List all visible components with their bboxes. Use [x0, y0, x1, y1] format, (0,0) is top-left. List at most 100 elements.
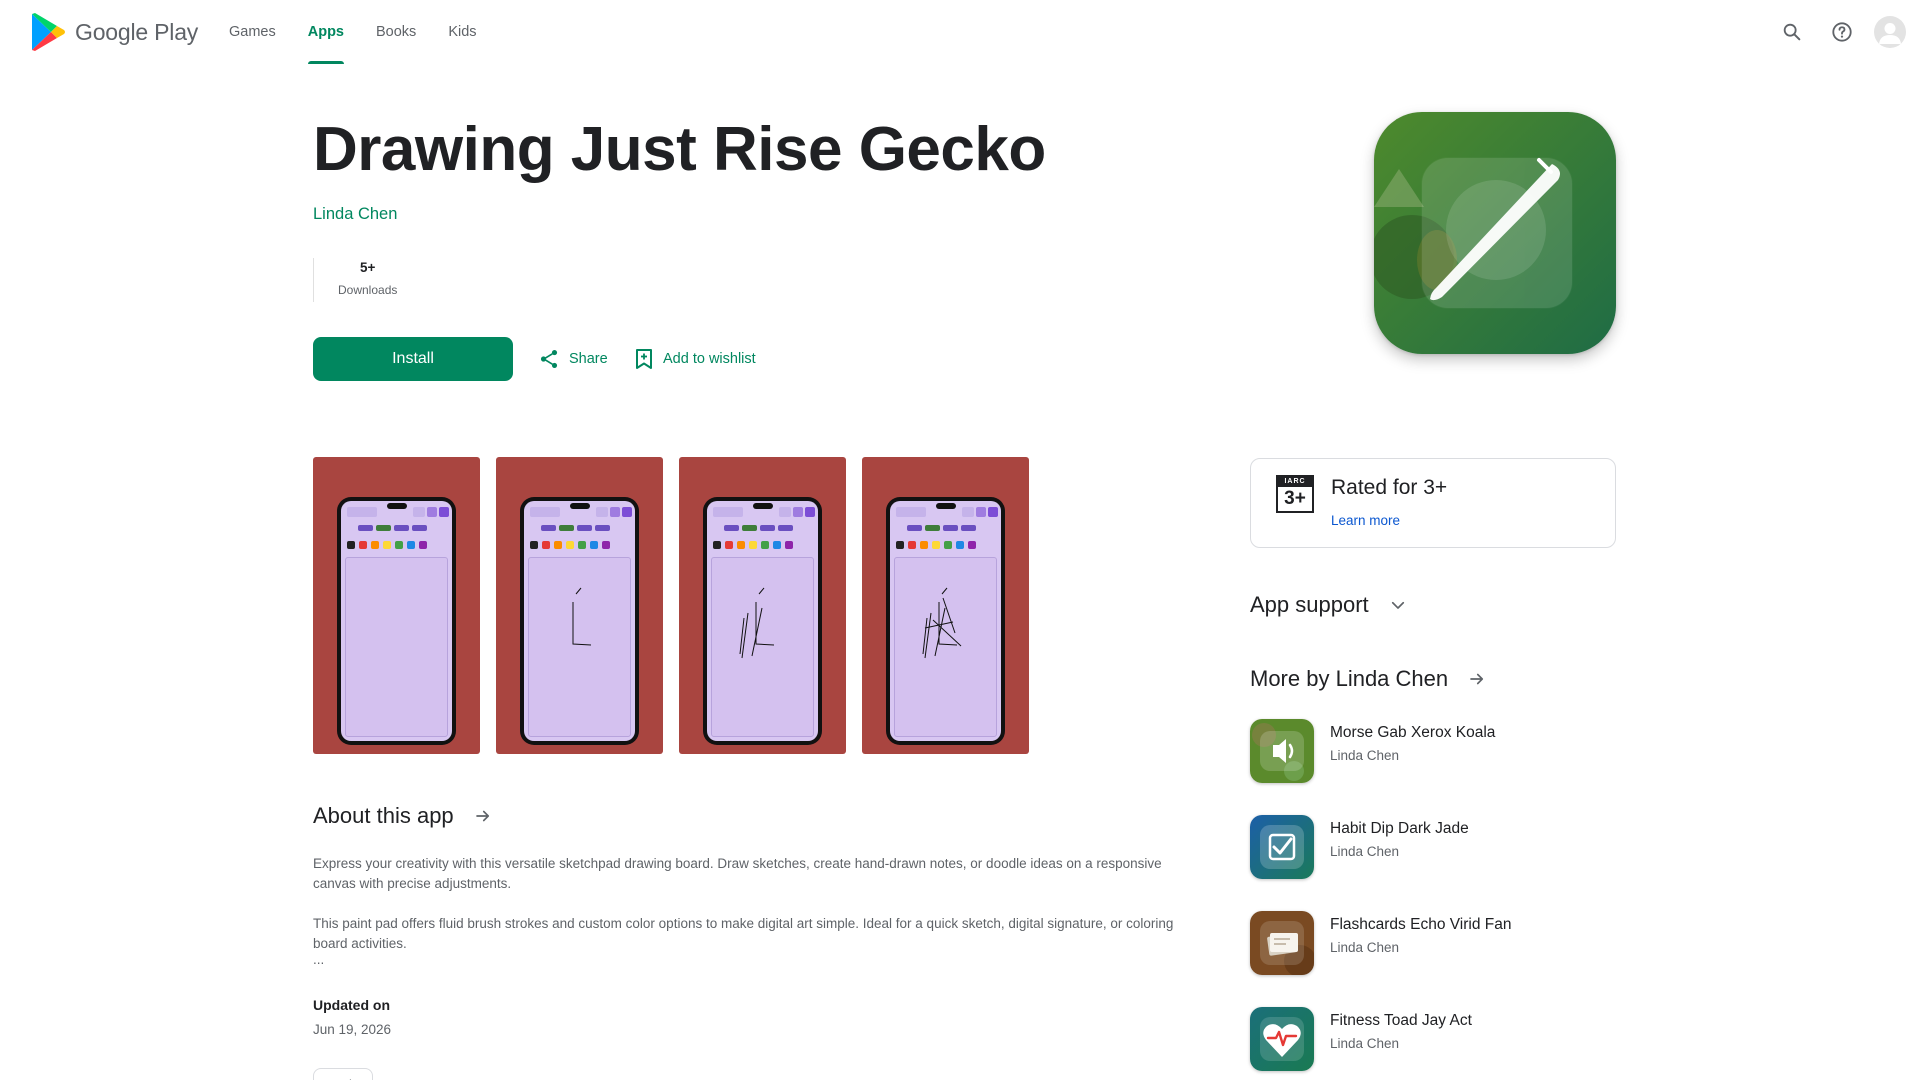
brush-chips — [541, 525, 610, 531]
color-swatch — [359, 541, 367, 549]
more-app-name: Fitness Toad Jay Act — [1330, 1012, 1472, 1029]
color-swatch — [347, 541, 355, 549]
drawing-canvas — [528, 557, 631, 737]
share-button[interactable]: Share — [538, 348, 608, 370]
checkbox-icon — [1250, 815, 1314, 879]
phone-frame — [520, 497, 639, 745]
more-by-developer-heading[interactable]: More by Linda Chen — [1250, 666, 1486, 692]
more-app-item[interactable]: Habit Dip Dark Jade Linda Chen — [1250, 815, 1512, 911]
help-icon — [1832, 22, 1852, 42]
chevron-down-icon — [1391, 601, 1404, 609]
tab-games[interactable]: Games — [213, 0, 292, 64]
sketch-stroke — [572, 602, 592, 646]
bookmark-add-icon — [636, 349, 652, 369]
cards-icon — [1250, 911, 1314, 975]
color-swatch — [407, 541, 415, 549]
drawing-canvas — [894, 557, 997, 737]
share-label: Share — [569, 351, 608, 367]
more-app-developer: Linda Chen — [1330, 844, 1400, 859]
app-support-toggle[interactable]: App support — [1250, 592, 1407, 618]
more-app-item[interactable]: Morse Gab Xerox Koala Linda Chen — [1250, 719, 1512, 815]
brush-chip — [943, 525, 958, 531]
google-play-logo[interactable]: Google Play — [30, 12, 198, 52]
brush-chip — [760, 525, 775, 531]
screenshot-3[interactable] — [679, 457, 846, 754]
phone-frame — [703, 497, 822, 745]
brush-chip — [394, 525, 409, 531]
drawing-pen-icon — [1374, 112, 1616, 354]
phone-screen — [707, 501, 818, 741]
speaker-icon — [1250, 719, 1314, 783]
learn-more-link[interactable]: Learn more — [1331, 513, 1400, 528]
tab-books[interactable]: Books — [360, 0, 432, 64]
sketch-strokes — [572, 587, 592, 646]
color-swatch — [602, 541, 610, 549]
toolbar-button — [988, 507, 998, 517]
brush-chip — [724, 525, 739, 531]
more-app-name: Morse Gab Xerox Koala — [1330, 724, 1496, 741]
more-app-developer: Linda Chen — [1330, 748, 1400, 763]
toolbar-button — [962, 507, 974, 517]
brush-chips — [907, 525, 976, 531]
more-apps-list: Morse Gab Xerox Koala Linda Chen Habit D… — [1250, 719, 1512, 1080]
color-swatch — [932, 541, 940, 549]
more-app-name: Flashcards Echo Virid Fan — [1330, 916, 1512, 933]
search-icon — [1783, 23, 1801, 41]
arrow-right-icon — [475, 810, 489, 822]
more-app-item[interactable]: Flashcards Echo Virid Fan Linda Chen — [1250, 911, 1512, 1007]
sketch-stroke — [575, 587, 582, 595]
sketch-stroke — [758, 587, 765, 595]
tab-kids[interactable]: Kids — [432, 0, 492, 64]
brush-chip — [577, 525, 592, 531]
toolbar-button — [779, 507, 791, 517]
sketch-stroke — [751, 607, 763, 657]
color-swatches — [896, 541, 976, 549]
color-swatch — [566, 541, 574, 549]
screenshot-4[interactable] — [862, 457, 1029, 754]
brush-chip — [541, 525, 556, 531]
toolbar-button — [793, 507, 803, 517]
more-by-title: More by Linda Chen — [1250, 666, 1449, 691]
phone-screen — [890, 501, 1001, 741]
color-swatch — [896, 541, 904, 549]
iarc-age: 3+ — [1284, 488, 1306, 509]
iarc-rating-badge: IARC 3+ — [1276, 475, 1314, 513]
tab-apps[interactable]: Apps — [292, 0, 360, 64]
color-swatch — [761, 541, 769, 549]
screenshot-1[interactable] — [313, 457, 480, 754]
color-swatch — [590, 541, 598, 549]
app-support-title: App support — [1250, 592, 1369, 617]
share-icon — [540, 350, 558, 368]
about-paragraph-1: Express your creativity with this versat… — [313, 856, 1162, 891]
header-actions — [1774, 14, 1906, 50]
account-avatar[interactable] — [1874, 16, 1906, 48]
brush-chip — [376, 525, 391, 531]
top-app-bar: Google Play Games Apps Books Kids — [0, 0, 1920, 64]
screenshot-2[interactable] — [496, 457, 663, 754]
phone-screen — [524, 501, 635, 741]
brush-chip — [358, 525, 373, 531]
toolbar-button — [713, 507, 743, 517]
more-app-developer: Linda Chen — [1330, 940, 1400, 955]
search-button[interactable] — [1774, 14, 1810, 50]
add-to-wishlist-button[interactable]: Add to wishlist — [634, 348, 756, 370]
heart-pulse-icon — [1250, 1007, 1314, 1071]
help-button[interactable] — [1824, 14, 1860, 50]
toolbar-button — [622, 507, 632, 517]
arrow-right-icon — [1470, 673, 1484, 685]
more-app-item[interactable]: Fitness Toad Jay Act Linda Chen — [1250, 1007, 1512, 1080]
more-app-name: Habit Dip Dark Jade — [1330, 820, 1469, 837]
phone-notch — [936, 503, 956, 509]
category-chip-tools[interactable]: Tools — [313, 1068, 374, 1080]
downloads-stat: 5+ Downloads — [313, 258, 397, 302]
developer-link[interactable]: Linda Chen — [313, 205, 397, 224]
app-icon — [1374, 112, 1616, 354]
downloads-value: 5+ — [359, 260, 376, 275]
about-heading[interactable]: About this app — [313, 803, 492, 829]
install-button[interactable]: Install — [313, 337, 513, 381]
screenshot-carousel — [313, 457, 1029, 754]
color-swatch — [725, 541, 733, 549]
brand-name: Google Play — [75, 18, 199, 45]
sketch-strokes — [922, 587, 962, 659]
sketch-stroke — [924, 612, 932, 659]
